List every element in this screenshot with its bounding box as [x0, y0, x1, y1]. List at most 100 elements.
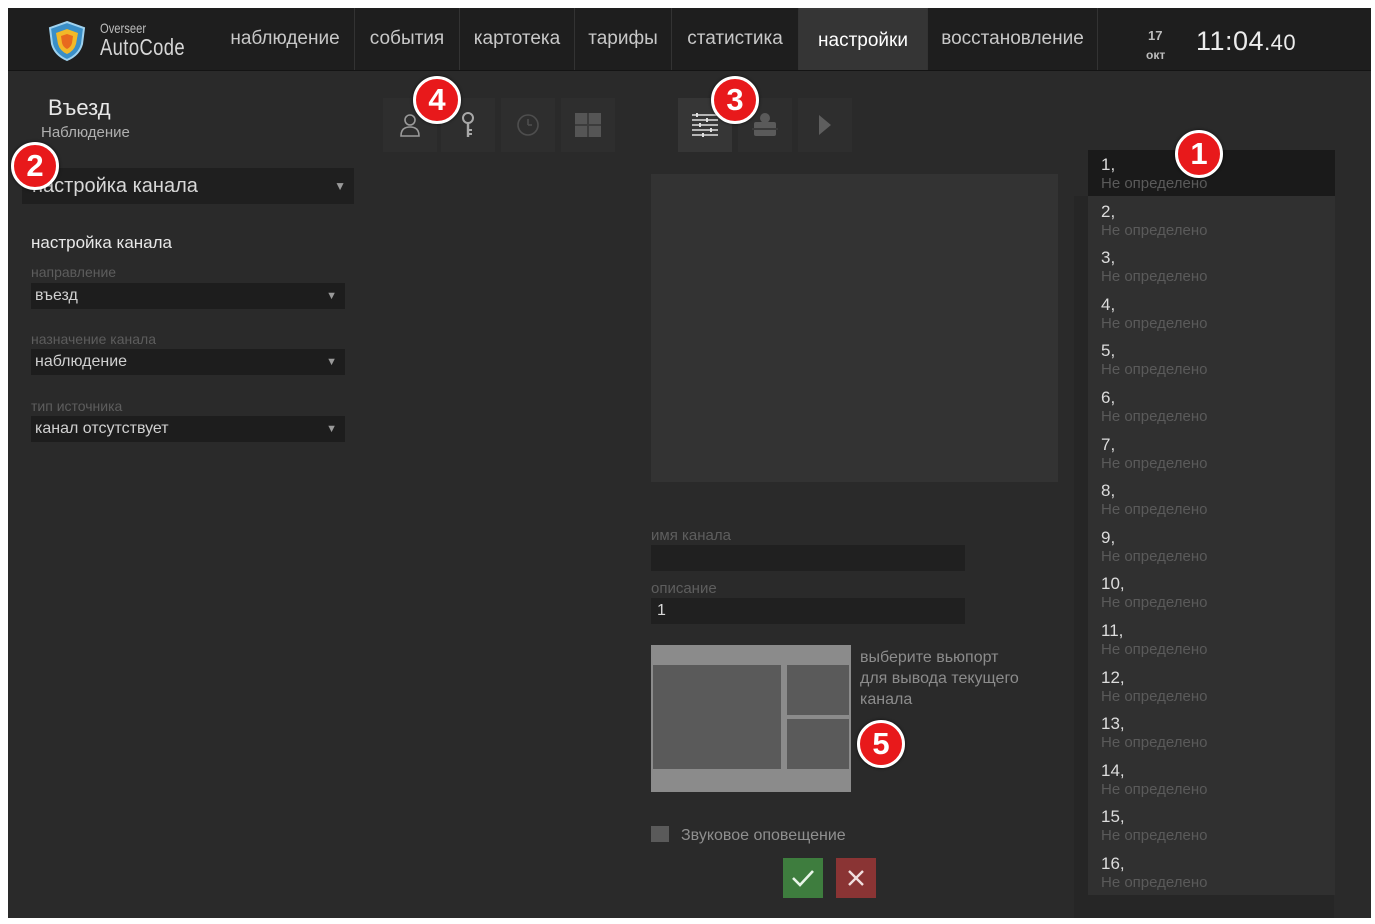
channel-status: Не определено	[1101, 221, 1208, 239]
direction-value: въезд	[35, 287, 78, 304]
channel-list-item[interactable]: 14, Не определено	[1088, 756, 1328, 802]
channel-number: 4,	[1101, 294, 1116, 314]
checkmark-icon	[792, 870, 814, 887]
channel-status: Не определено	[1101, 827, 1208, 845]
channel-list-item[interactable]: 9, Не определено	[1088, 523, 1328, 569]
description-input[interactable]: 1	[651, 598, 965, 624]
annotation-marker-5: 5	[857, 720, 905, 768]
viewport-selector	[651, 645, 851, 792]
source-type-select[interactable]: канал отсутствует ▼	[31, 416, 345, 442]
channel-number: 13,	[1101, 714, 1125, 734]
channel-list-item[interactable]: 6, Не определено	[1088, 383, 1328, 429]
nav-item-observation[interactable]: наблюдение	[216, 8, 355, 70]
channel-list-item[interactable]: 15, Не определено	[1088, 802, 1328, 848]
channel-status: Не определено	[1101, 734, 1208, 752]
source-type-value: канал отсутствует	[35, 420, 169, 437]
chevron-down-icon: ▼	[326, 290, 337, 302]
channel-number: 16,	[1101, 854, 1125, 873]
channel-list-item[interactable]: 16, Не определено	[1088, 849, 1328, 895]
viewport-hint: выберите вьюпорт для вывода текущего кан…	[860, 649, 1019, 708]
channel-purpose-label: назначение канала	[31, 331, 156, 347]
grid-icon	[575, 113, 601, 137]
page-title: Въезд	[48, 95, 111, 120]
sound-alert-label: Звуковое оповещение	[681, 827, 846, 844]
confirm-button[interactable]	[783, 858, 823, 898]
channel-number: 3,	[1101, 248, 1116, 268]
top-navigation-bar: Overseer AutoCode наблюдение события кар…	[8, 8, 1371, 71]
date-month: окт	[1146, 48, 1166, 62]
channel-number: 5,	[1101, 341, 1116, 361]
date-day: 17	[1148, 28, 1163, 43]
channel-number: 9,	[1101, 527, 1116, 547]
camera-icon	[752, 113, 778, 136]
channel-status: Не определено	[1101, 594, 1208, 612]
channel-number: 2,	[1101, 201, 1116, 221]
channel-status: Не определено	[1101, 361, 1208, 379]
channel-list-item[interactable]: 3, Не определено	[1088, 243, 1328, 289]
channel-status: Не определено	[1101, 547, 1208, 565]
nav-item-recovery[interactable]: восстановление	[928, 8, 1098, 70]
chevron-down-icon: ▼	[334, 179, 346, 193]
channel-number: 15,	[1101, 807, 1125, 827]
nav-item-events[interactable]: события	[355, 8, 460, 70]
channel-list-item[interactable]: 2, Не определено	[1088, 197, 1328, 243]
cancel-button[interactable]	[836, 858, 876, 898]
nav-item-tariffs[interactable]: тарифы	[575, 8, 672, 70]
description-label: описание	[651, 580, 717, 597]
channel-list-item[interactable]: 8, Не определено	[1088, 476, 1328, 522]
channel-status: Не определено	[1101, 314, 1208, 332]
channel-status: Не определено	[1101, 501, 1208, 519]
nav-item-settings[interactable]: настройки	[799, 8, 928, 70]
channel-purpose-select[interactable]: наблюдение ▼	[31, 349, 345, 375]
channel-name-input[interactable]	[651, 545, 965, 571]
nav-item-card-index[interactable]: картотека	[460, 8, 575, 70]
playback-tab-button[interactable]	[798, 98, 852, 152]
mode-select-value: настройка канала	[32, 175, 198, 197]
chevron-down-icon: ▼	[326, 423, 337, 435]
direction-select[interactable]: въезд ▼	[31, 283, 345, 309]
annotation-marker-2: 2	[11, 142, 59, 190]
page-subtitle: Наблюдение	[41, 124, 130, 141]
clock-icon	[517, 114, 539, 136]
viewport-bottom-right[interactable]	[787, 719, 849, 769]
viewport-main[interactable]	[653, 665, 781, 769]
channel-status: Не определено	[1101, 268, 1208, 286]
section-title: настройка канала	[31, 233, 173, 252]
viewport-top-right[interactable]	[787, 665, 849, 715]
channel-list-item[interactable]: 7, Не определено	[1088, 430, 1328, 476]
annotation-marker-4: 4	[413, 76, 461, 124]
channel-status: Не определено	[1101, 454, 1208, 472]
channel-status: Не определено	[1101, 780, 1208, 798]
logo-text: AutoCode	[100, 34, 186, 60]
layout-tab-button[interactable]	[561, 98, 615, 152]
channel-list-item[interactable]: 4, Не определено	[1088, 290, 1328, 336]
close-icon	[848, 870, 864, 886]
channel-number: 8,	[1101, 481, 1116, 501]
video-preview	[651, 174, 1058, 482]
channel-status: Не определено	[1101, 408, 1208, 425]
clock: 11:04.40	[1196, 26, 1296, 57]
channel-name-label: имя канала	[651, 527, 731, 544]
clock-time: 11:04	[1196, 26, 1265, 56]
schedule-tab-button[interactable]	[501, 98, 555, 152]
channel-number: 12,	[1101, 667, 1125, 687]
channel-list-item[interactable]: 13, Не определено	[1088, 709, 1328, 755]
direction-label: направление	[31, 264, 117, 280]
annotation-marker-1: 1	[1175, 130, 1223, 178]
key-icon	[462, 112, 474, 137]
shield-logo-icon	[48, 20, 86, 62]
channel-status: Не определено	[1101, 687, 1208, 705]
channel-list-item[interactable]: 10, Не определено	[1088, 569, 1328, 615]
channel-status: Не определено	[1101, 175, 1208, 192]
channel-list-item[interactable]: 12, Не определено	[1088, 663, 1328, 709]
sound-alert-checkbox[interactable]	[651, 826, 669, 842]
channel-list-item[interactable]: 11, Не определено	[1088, 616, 1328, 662]
chevron-down-icon: ▼	[326, 356, 337, 368]
channel-list-item[interactable]: 5, Не определено	[1088, 336, 1328, 382]
channel-number: 10,	[1101, 574, 1125, 594]
app-window: Overseer AutoCode наблюдение события кар…	[8, 8, 1371, 918]
clock-seconds: .40	[1264, 30, 1297, 55]
nav-item-statistics[interactable]: статистика	[672, 8, 799, 70]
channel-purpose-value: наблюдение	[35, 353, 128, 370]
mode-select[interactable]: настройка канала ▼	[22, 168, 354, 204]
